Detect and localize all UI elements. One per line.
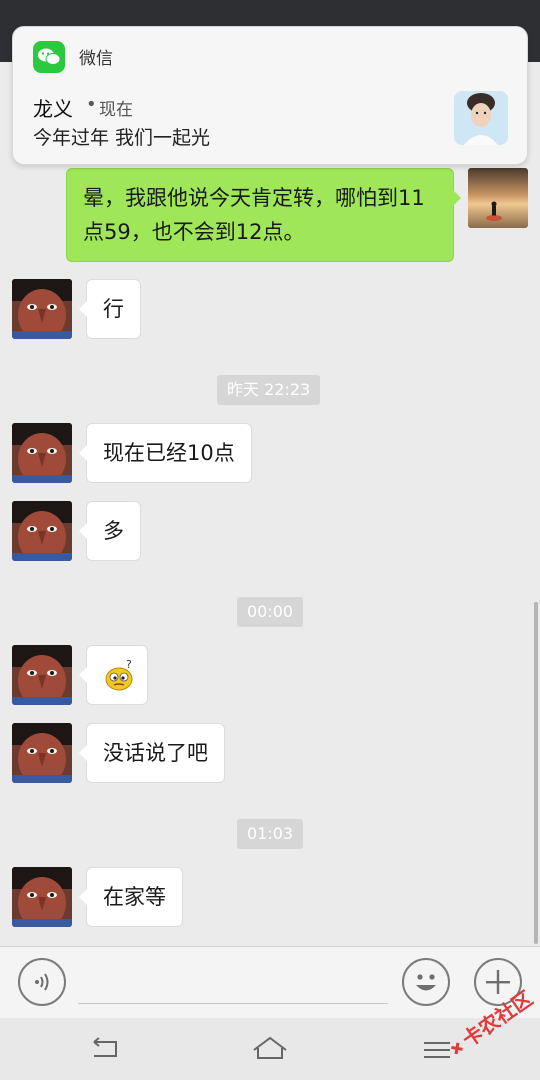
- message-bubble-received[interactable]: 没话说了吧: [79, 723, 225, 783]
- back-icon: [93, 1037, 117, 1057]
- message-bubble-sent[interactable]: 晕，我跟他说今天肯定转，哪怕到11点59，也不会到12点。: [66, 168, 461, 262]
- svg-text:?: ?: [126, 658, 132, 671]
- notification-banner[interactable]: 微信 龙义 • 现在 今年过年 我们一起光: [12, 26, 528, 165]
- message-bubble-received[interactable]: 多: [79, 501, 141, 561]
- contact-avatar[interactable]: [12, 423, 72, 483]
- contact-avatar[interactable]: [12, 501, 72, 561]
- message-bubble-received[interactable]: 现在已经10点: [79, 423, 252, 483]
- notification-separator: •: [86, 94, 97, 115]
- kanong-watermark-logo: 卡农社区: [436, 986, 540, 1060]
- home-button[interactable]: [250, 1032, 290, 1066]
- voice-icon: [35, 973, 49, 991]
- notification-sender-avatar: [454, 91, 508, 145]
- notification-message: 今年过年 我们一起光: [33, 127, 211, 149]
- scrollbar[interactable]: [534, 602, 538, 944]
- back-button[interactable]: [86, 1032, 126, 1066]
- timestamp: 昨天 22:23: [217, 375, 321, 405]
- voice-button[interactable]: [18, 958, 66, 1006]
- svg-text:卡农社区: 卡农社区: [458, 986, 537, 1052]
- message-bubble-received[interactable]: 在家等: [79, 867, 183, 927]
- wechat-logo-icon: [33, 41, 65, 73]
- message-input[interactable]: [78, 1003, 388, 1004]
- confused-emoji-icon: ?: [105, 658, 133, 691]
- notification-time: 现在: [99, 100, 133, 120]
- notification-sender: 龙义: [33, 97, 73, 121]
- timestamp: 00:00: [237, 597, 304, 627]
- contact-avatar[interactable]: [12, 645, 72, 705]
- notification-app-name: 微信: [79, 49, 113, 69]
- contact-avatar[interactable]: [12, 279, 72, 339]
- my-avatar[interactable]: [468, 168, 528, 228]
- message-bubble-received[interactable]: ?: [79, 645, 148, 705]
- timestamp: 01:03: [237, 819, 304, 849]
- contact-avatar[interactable]: [12, 723, 72, 783]
- home-icon: [253, 1036, 287, 1059]
- message-bubble-received[interactable]: 行: [79, 279, 141, 339]
- contact-avatar[interactable]: [12, 867, 72, 927]
